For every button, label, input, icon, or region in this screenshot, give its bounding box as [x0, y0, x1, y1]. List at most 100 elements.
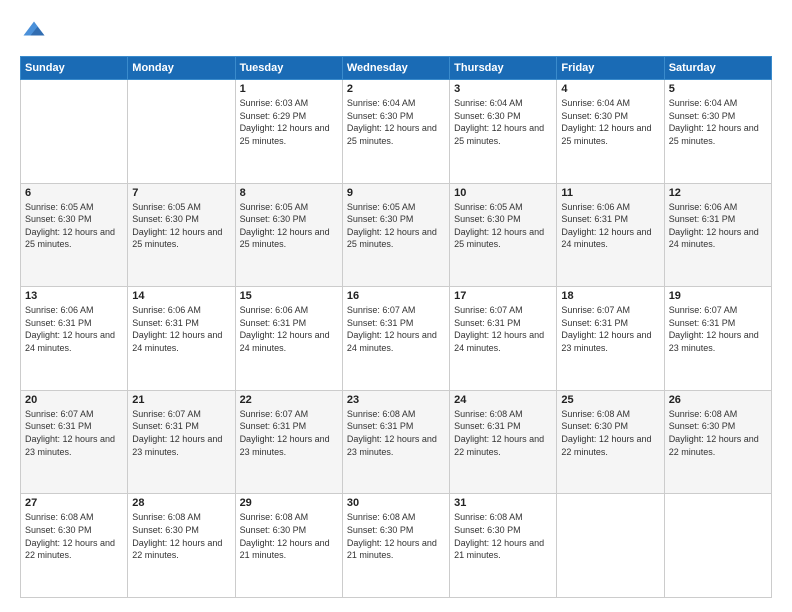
calendar-cell [128, 80, 235, 184]
weekday-header-tuesday: Tuesday [235, 57, 342, 80]
calendar-cell: 14 Sunrise: 6:06 AM Sunset: 6:31 PM Dayli… [128, 287, 235, 391]
calendar-cell: 18Sunrise: 6:07 AM Sunset: 6:31 PM Dayli… [557, 287, 664, 391]
calendar-cell: 25 Sunrise: 6:08 AM Sunset: 6:30 PM Dayli… [557, 390, 664, 494]
day-info: Sunrise: 6:04 AM Sunset: 6:30 PM Dayligh… [347, 97, 445, 147]
calendar-cell: 3 Sunrise: 6:04 AM Sunset: 6:30 PM Daylig… [450, 80, 557, 184]
day-info: Sunrise: 6:08 AM Sunset: 6:30 PM Dayligh… [240, 511, 338, 561]
week-row-0: 1 Sunrise: 6:03 AM Sunset: 6:29 PM Daylig… [21, 80, 772, 184]
day-number: 28 [132, 497, 230, 509]
calendar-cell [664, 494, 771, 598]
day-info: Sunrise: 6:08 AM Sunset: 6:30 PM Dayligh… [669, 408, 767, 458]
day-number: 21 [132, 394, 230, 406]
day-info: Sunrise: 6:07 AM Sunset: 6:31 PM Dayligh… [25, 408, 123, 458]
day-number: 31 [454, 497, 552, 509]
day-info: Sunrise: 6:06 AM Sunset: 6:31 PM Dayligh… [25, 304, 123, 354]
day-number: 8 [240, 187, 338, 199]
day-number: 1 [240, 83, 338, 95]
calendar-cell: 13 Sunrise: 6:06 AM Sunset: 6:31 PM Dayli… [21, 287, 128, 391]
day-number: 12 [669, 187, 767, 199]
calendar-cell: 24 Sunrise: 6:08 AM Sunset: 6:31 PM Dayli… [450, 390, 557, 494]
weekday-header-saturday: Saturday [664, 57, 771, 80]
day-number: 10 [454, 187, 552, 199]
page: SundayMondayTuesdayWednesdayThursdayFrid… [0, 0, 792, 612]
day-number: 24 [454, 394, 552, 406]
weekday-header-row: SundayMondayTuesdayWednesdayThursdayFrid… [21, 57, 772, 80]
calendar-cell: 17Sunrise: 6:07 AM Sunset: 6:31 PM Dayli… [450, 287, 557, 391]
day-info: Sunrise: 6:06 AM Sunset: 6:31 PM Dayligh… [132, 304, 230, 354]
week-row-3: 20 Sunrise: 6:07 AM Sunset: 6:31 PM Dayli… [21, 390, 772, 494]
day-info: Sunrise: 6:05 AM Sunset: 6:30 PM Dayligh… [240, 201, 338, 251]
day-number: 23 [347, 394, 445, 406]
day-info: Sunrise: 6:07 AM Sunset: 6:31 PM Dayligh… [347, 304, 445, 354]
week-row-4: 27 Sunrise: 6:08 AM Sunset: 6:30 PM Dayli… [21, 494, 772, 598]
week-row-2: 13 Sunrise: 6:06 AM Sunset: 6:31 PM Dayli… [21, 287, 772, 391]
calendar-cell: 2 Sunrise: 6:04 AM Sunset: 6:30 PM Daylig… [342, 80, 449, 184]
weekday-header-monday: Monday [128, 57, 235, 80]
logo [20, 18, 52, 46]
day-info: Sunrise: 6:05 AM Sunset: 6:30 PM Dayligh… [347, 201, 445, 251]
calendar-cell: 26 Sunrise: 6:08 AM Sunset: 6:30 PM Dayli… [664, 390, 771, 494]
weekday-header-thursday: Thursday [450, 57, 557, 80]
logo-icon [20, 18, 48, 46]
day-number: 19 [669, 290, 767, 302]
calendar-cell: 6 Sunrise: 6:05 AM Sunset: 6:30 PM Daylig… [21, 183, 128, 287]
day-info: Sunrise: 6:07 AM Sunset: 6:31 PM Dayligh… [454, 304, 552, 354]
day-number: 11 [561, 187, 659, 199]
calendar-cell: 4 Sunrise: 6:04 AM Sunset: 6:30 PM Daylig… [557, 80, 664, 184]
day-info: Sunrise: 6:03 AM Sunset: 6:29 PM Dayligh… [240, 97, 338, 147]
day-number: 13 [25, 290, 123, 302]
day-info: Sunrise: 6:08 AM Sunset: 6:31 PM Dayligh… [454, 408, 552, 458]
day-number: 6 [25, 187, 123, 199]
day-number: 29 [240, 497, 338, 509]
day-info: Sunrise: 6:07 AM Sunset: 6:31 PM Dayligh… [561, 304, 659, 354]
day-number: 16 [347, 290, 445, 302]
day-number: 7 [132, 187, 230, 199]
day-number: 14 [132, 290, 230, 302]
weekday-header-sunday: Sunday [21, 57, 128, 80]
day-info: Sunrise: 6:08 AM Sunset: 6:30 PM Dayligh… [561, 408, 659, 458]
weekday-header-wednesday: Wednesday [342, 57, 449, 80]
day-number: 26 [669, 394, 767, 406]
day-info: Sunrise: 6:08 AM Sunset: 6:31 PM Dayligh… [347, 408, 445, 458]
day-info: Sunrise: 6:05 AM Sunset: 6:30 PM Dayligh… [132, 201, 230, 251]
calendar-cell: 9Sunrise: 6:05 AM Sunset: 6:30 PM Daylig… [342, 183, 449, 287]
day-number: 30 [347, 497, 445, 509]
calendar-cell: 11 Sunrise: 6:06 AM Sunset: 6:31 PM Dayli… [557, 183, 664, 287]
calendar-cell: 28 Sunrise: 6:08 AM Sunset: 6:30 PM Dayli… [128, 494, 235, 598]
day-info: Sunrise: 6:04 AM Sunset: 6:30 PM Dayligh… [454, 97, 552, 147]
calendar-cell: 29 Sunrise: 6:08 AM Sunset: 6:30 PM Dayli… [235, 494, 342, 598]
calendar-cell: 8 Sunrise: 6:05 AM Sunset: 6:30 PM Daylig… [235, 183, 342, 287]
calendar-cell: 7 Sunrise: 6:05 AM Sunset: 6:30 PM Daylig… [128, 183, 235, 287]
day-info: Sunrise: 6:08 AM Sunset: 6:30 PM Dayligh… [347, 511, 445, 561]
calendar-cell: 31 Sunrise: 6:08 AM Sunset: 6:30 PM Dayli… [450, 494, 557, 598]
week-row-1: 6 Sunrise: 6:05 AM Sunset: 6:30 PM Daylig… [21, 183, 772, 287]
calendar-cell: 12 Sunrise: 6:06 AM Sunset: 6:31 PM Dayli… [664, 183, 771, 287]
day-number: 20 [25, 394, 123, 406]
day-number: 2 [347, 83, 445, 95]
day-info: Sunrise: 6:08 AM Sunset: 6:30 PM Dayligh… [132, 511, 230, 561]
calendar-table: SundayMondayTuesdayWednesdayThursdayFrid… [20, 56, 772, 598]
calendar-cell: 21 Sunrise: 6:07 AM Sunset: 6:31 PM Dayli… [128, 390, 235, 494]
calendar-cell: 22Sunrise: 6:07 AM Sunset: 6:31 PM Dayli… [235, 390, 342, 494]
calendar-cell: 16 Sunrise: 6:07 AM Sunset: 6:31 PM Dayli… [342, 287, 449, 391]
day-number: 27 [25, 497, 123, 509]
day-number: 5 [669, 83, 767, 95]
day-number: 25 [561, 394, 659, 406]
calendar-cell: 1 Sunrise: 6:03 AM Sunset: 6:29 PM Daylig… [235, 80, 342, 184]
day-info: Sunrise: 6:07 AM Sunset: 6:31 PM Dayligh… [669, 304, 767, 354]
day-info: Sunrise: 6:05 AM Sunset: 6:30 PM Dayligh… [25, 201, 123, 251]
calendar-cell: 15 Sunrise: 6:06 AM Sunset: 6:31 PM Dayli… [235, 287, 342, 391]
calendar-cell: 5Sunrise: 6:04 AM Sunset: 6:30 PM Daylig… [664, 80, 771, 184]
day-number: 3 [454, 83, 552, 95]
day-info: Sunrise: 6:08 AM Sunset: 6:30 PM Dayligh… [454, 511, 552, 561]
day-info: Sunrise: 6:04 AM Sunset: 6:30 PM Dayligh… [561, 97, 659, 147]
day-info: Sunrise: 6:07 AM Sunset: 6:31 PM Dayligh… [132, 408, 230, 458]
day-number: 15 [240, 290, 338, 302]
calendar-cell: 19 Sunrise: 6:07 AM Sunset: 6:31 PM Dayli… [664, 287, 771, 391]
calendar-cell [21, 80, 128, 184]
day-info: Sunrise: 6:06 AM Sunset: 6:31 PM Dayligh… [240, 304, 338, 354]
day-number: 4 [561, 83, 659, 95]
day-info: Sunrise: 6:06 AM Sunset: 6:31 PM Dayligh… [669, 201, 767, 251]
calendar-cell: 23 Sunrise: 6:08 AM Sunset: 6:31 PM Dayli… [342, 390, 449, 494]
day-info: Sunrise: 6:06 AM Sunset: 6:31 PM Dayligh… [561, 201, 659, 251]
